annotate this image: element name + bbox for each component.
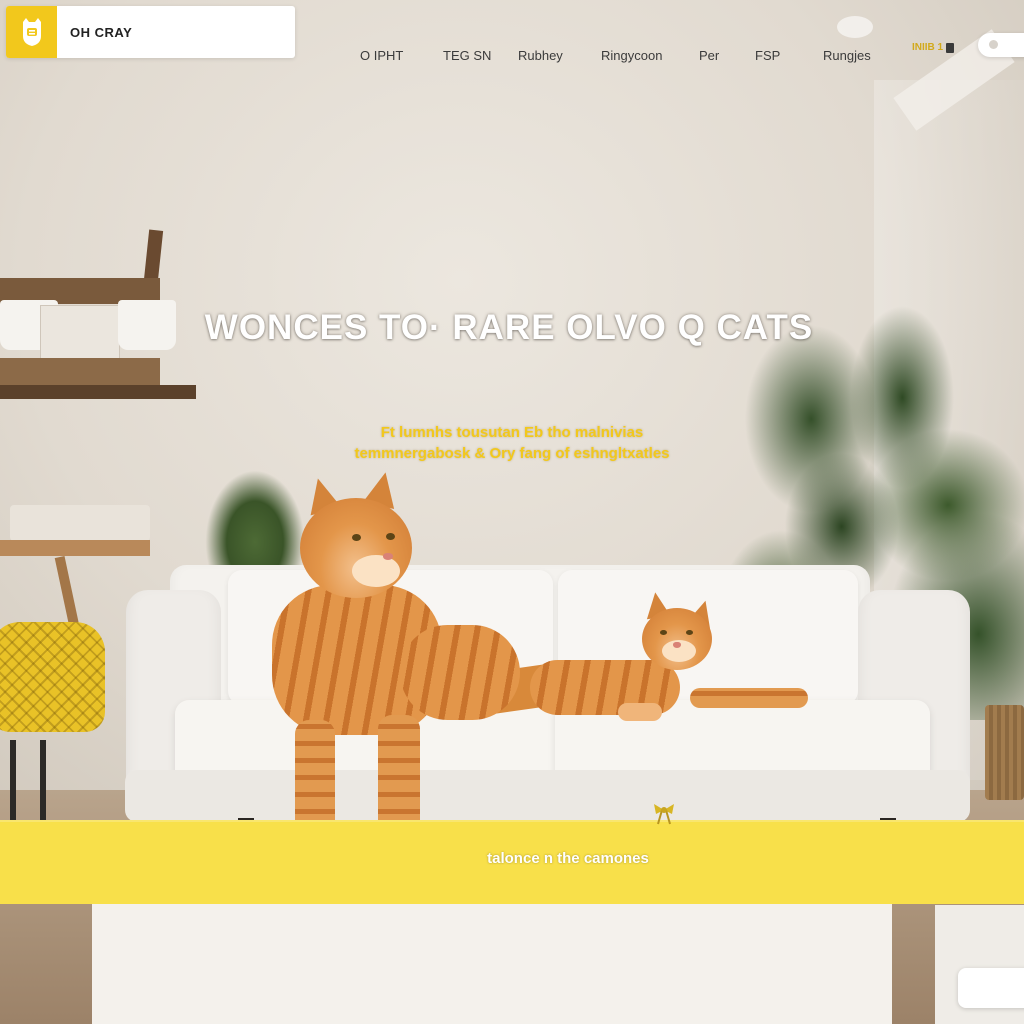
hero-title: WONCES TO· RARE OLVO Q CATS bbox=[204, 308, 814, 347]
cat-paw bbox=[618, 703, 662, 721]
nav-item-2[interactable]: TEG SN bbox=[443, 48, 491, 63]
nav-item-3[interactable]: Rubhey bbox=[518, 48, 563, 63]
cta-band-label[interactable]: talonce n the camones bbox=[56, 850, 1024, 867]
cat-eye bbox=[686, 630, 693, 635]
wall-shelf-middle bbox=[0, 358, 160, 386]
cat-head bbox=[300, 498, 412, 598]
battery-icon bbox=[946, 42, 955, 53]
yellow-chair bbox=[0, 622, 105, 732]
cat-muzzle bbox=[352, 555, 400, 587]
bow-ribbon-icon bbox=[654, 804, 674, 825]
wall-shelf-bottom bbox=[0, 385, 196, 399]
nav-item-7[interactable]: Rungjes bbox=[823, 48, 871, 63]
nav-badge[interactable]: INIIB 1 bbox=[912, 42, 955, 53]
sofa-base bbox=[125, 770, 970, 822]
desk-items bbox=[10, 505, 150, 541]
cat-hindquarters bbox=[400, 625, 520, 720]
corner-action-button[interactable] bbox=[958, 968, 1024, 1008]
chair-leg bbox=[10, 740, 16, 820]
hero-subtitle-line-1: Ft lumnhs tousutan Eb tho malnivias bbox=[380, 424, 644, 441]
nav-item-6[interactable]: FSP bbox=[755, 48, 780, 63]
cat-eye bbox=[660, 630, 667, 635]
chair-leg bbox=[40, 740, 46, 820]
nav-item-4[interactable]: Ringycoon bbox=[601, 48, 662, 63]
brand-name: OH CRAY bbox=[70, 24, 133, 40]
cat-eye bbox=[352, 534, 361, 541]
nav-item-5[interactable]: Per bbox=[699, 48, 719, 63]
wicker-basket bbox=[985, 705, 1024, 800]
main-nav: O IPHT TEG SN Rubhey Ringycoon Per FSP R… bbox=[0, 48, 1024, 68]
cat-nose bbox=[673, 642, 681, 648]
nav-badge-label: INIIB 1 bbox=[912, 42, 944, 53]
white-rug bbox=[92, 900, 892, 1024]
cat-nose bbox=[383, 553, 393, 560]
nav-item-1[interactable]: O IPHT bbox=[360, 48, 403, 63]
toggle-pill-button[interactable] bbox=[978, 33, 1024, 57]
hero-subtitle-line-2: temmnergabosk & Ory fang of eshngltxatle… bbox=[354, 445, 670, 462]
toggle-knob-icon bbox=[989, 40, 998, 49]
cat-eye bbox=[386, 533, 395, 540]
cat-stretched-leg bbox=[690, 688, 808, 708]
ceiling-light bbox=[837, 16, 873, 38]
side-table bbox=[0, 540, 150, 556]
